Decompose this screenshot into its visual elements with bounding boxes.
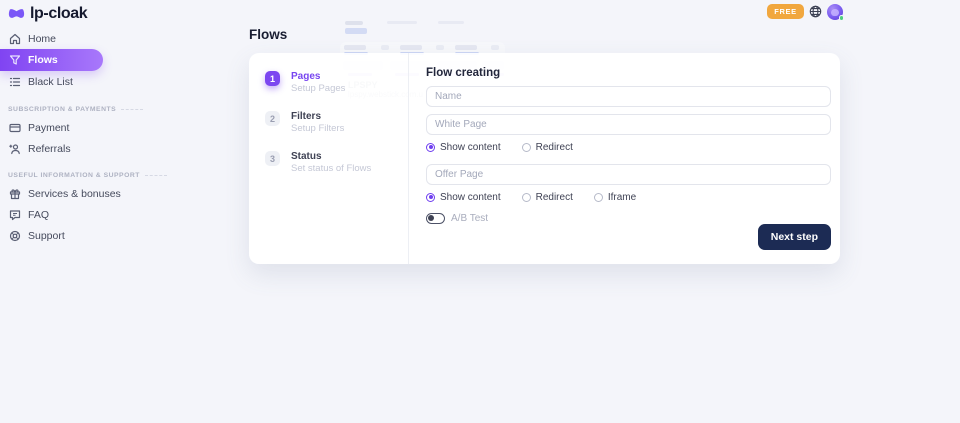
page-title: Flows	[249, 27, 287, 42]
free-plan-badge[interactable]: FREE	[767, 4, 804, 19]
sidebar-item-faq[interactable]: FAQ	[0, 204, 233, 225]
skeleton-box	[436, 45, 444, 50]
skeleton-box	[345, 28, 367, 34]
sidebar-section-subscription: Subscription & payments	[0, 105, 233, 113]
skeleton-box	[455, 45, 477, 50]
user-avatar[interactable]	[827, 4, 843, 20]
topbar: FREE	[767, 3, 843, 20]
globe-icon[interactable]	[809, 5, 822, 18]
radio-label: Show content	[440, 142, 501, 153]
referrals-icon	[8, 143, 21, 155]
flow-creating-form: Flow creating Show content Redirect Show…	[409, 53, 840, 264]
payment-icon	[8, 122, 21, 134]
home-icon	[8, 33, 21, 45]
skeleton-box	[491, 45, 499, 50]
step-filters[interactable]: 2 Filters Setup Filters	[265, 111, 408, 134]
form-title: Flow creating	[426, 67, 831, 79]
next-step-button[interactable]: Next step	[758, 224, 831, 250]
flows-icon	[8, 54, 21, 66]
offer-page-input[interactable]	[426, 164, 831, 185]
sidebar-item-label: Payment	[28, 122, 69, 134]
ab-test-label: A/B Test	[451, 213, 488, 224]
ab-test-toggle[interactable]	[426, 213, 445, 224]
faq-icon	[8, 209, 21, 221]
toggle-knob	[428, 215, 434, 221]
step-subtitle: Set status of Flows	[291, 163, 371, 174]
sidebar-item-services[interactable]: Services & bonuses	[0, 183, 233, 204]
support-icon	[8, 230, 21, 242]
sidebar-item-label: Services & bonuses	[28, 188, 121, 200]
sidebar-item-payment[interactable]: Payment	[0, 117, 233, 138]
skeleton-box	[345, 21, 363, 25]
avatar-illustration	[831, 9, 839, 16]
online-status-dot	[839, 15, 845, 21]
sidebar-item-black-list[interactable]: Black List	[0, 71, 233, 92]
sidebar-item-home[interactable]: Home	[0, 28, 233, 49]
radio-label: Iframe	[608, 192, 636, 203]
wizard-steps: 1 Pages Setup Pages 2 Filters Setup Filt…	[249, 53, 409, 264]
offer-page-redirect-radio[interactable]	[522, 193, 531, 202]
sidebar-item-flows[interactable]: Flows	[0, 49, 103, 71]
white-page-redirect-radio[interactable]	[522, 143, 531, 152]
sidebar: lp-cloak Home Flows	[0, 0, 233, 423]
brand-name: lp-cloak	[30, 5, 87, 23]
step-title: Filters	[291, 111, 344, 122]
skeleton-box	[438, 21, 464, 24]
brand-logo[interactable]: lp-cloak	[0, 0, 233, 24]
sidebar-section-support: Useful information & support	[0, 171, 233, 179]
sidebar-item-label: Flows	[28, 54, 58, 66]
step-number-badge: 3	[265, 151, 280, 166]
step-status[interactable]: 3 Status Set status of Flows	[265, 151, 408, 174]
sidebar-item-label: Support	[28, 230, 65, 242]
white-page-show-content-radio[interactable]	[426, 143, 435, 152]
step-subtitle: Setup Pages	[291, 83, 345, 94]
step-number-badge: 2	[265, 111, 280, 126]
skeleton-box	[387, 21, 417, 24]
step-subtitle: Setup Filters	[291, 123, 344, 134]
offer-page-show-content-radio[interactable]	[426, 193, 435, 202]
ab-test-row: A/B Test	[426, 213, 831, 224]
services-icon	[8, 188, 21, 200]
sidebar-item-support[interactable]: Support	[0, 225, 233, 246]
sidebar-item-label: Black List	[28, 76, 73, 88]
blacklist-icon	[8, 76, 21, 88]
skeleton-box	[344, 45, 366, 50]
sidebar-item-label: Home	[28, 33, 56, 45]
radio-label: Show content	[440, 192, 501, 203]
sidebar-item-referrals[interactable]: Referrals	[0, 138, 233, 159]
skeleton-box	[400, 45, 422, 50]
white-page-input[interactable]	[426, 114, 831, 135]
name-input[interactable]	[426, 86, 831, 107]
mask-icon	[8, 8, 25, 20]
skeleton-box	[381, 45, 389, 50]
flow-creating-modal: 1 Pages Setup Pages 2 Filters Setup Filt…	[249, 53, 840, 264]
step-number-badge: 1	[265, 71, 280, 86]
sidebar-item-label: Referrals	[28, 143, 71, 155]
offer-page-mode-radios: Show content Redirect Iframe	[426, 191, 831, 203]
step-title: Pages	[291, 71, 345, 82]
white-page-mode-radios: Show content Redirect	[426, 141, 831, 153]
sidebar-item-label: FAQ	[28, 209, 49, 221]
radio-label: Redirect	[536, 192, 573, 203]
radio-label: Redirect	[536, 142, 573, 153]
step-pages[interactable]: 1 Pages Setup Pages	[265, 71, 408, 94]
step-title: Status	[291, 151, 371, 162]
offer-page-iframe-radio[interactable]	[594, 193, 603, 202]
